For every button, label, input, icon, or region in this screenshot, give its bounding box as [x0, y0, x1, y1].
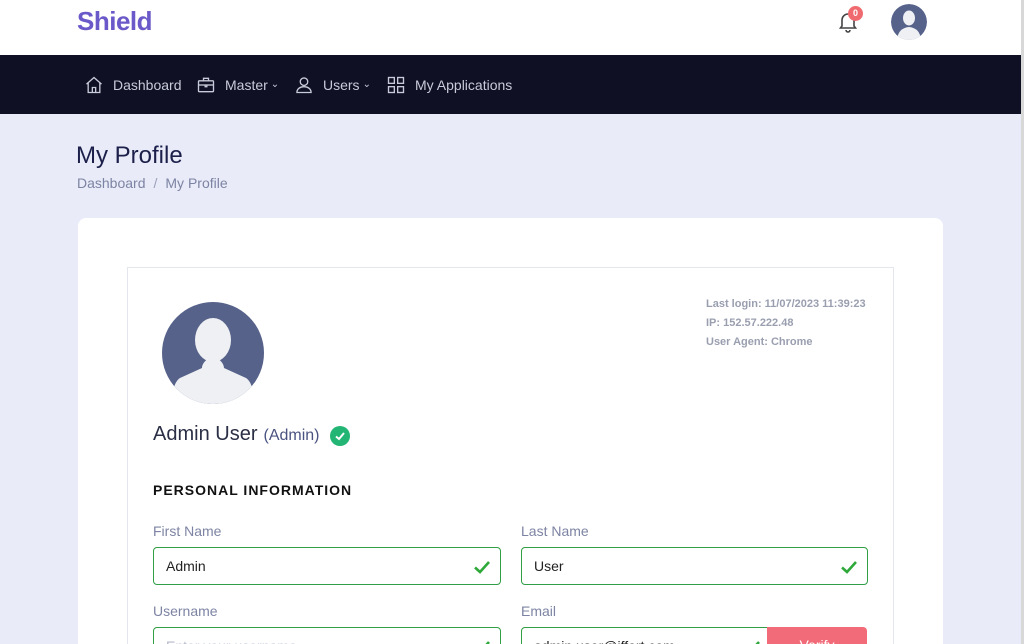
app-logo[interactable]: Shield — [77, 6, 153, 37]
home-icon — [86, 76, 102, 93]
username-input[interactable] — [166, 638, 446, 644]
profile-avatar[interactable] — [162, 302, 264, 404]
valid-check-icon — [841, 561, 857, 574]
nav-item-label: Master — [225, 76, 268, 93]
nav-item-users[interactable]: Users ⌄ — [294, 55, 371, 114]
valid-check-icon — [485, 641, 490, 644]
chevron-down-icon: ⌄ — [362, 79, 371, 90]
verified-check-icon — [329, 425, 350, 446]
page-title: My Profile — [76, 142, 183, 169]
nav-item-label: Users — [323, 76, 360, 93]
user-agent-text: User Agent: Chrome — [706, 336, 813, 348]
chevron-down-icon: ⌄ — [270, 79, 280, 90]
email-input[interactable] — [534, 638, 734, 644]
ip-text: IP: 152.57.222.48 — [706, 317, 794, 329]
briefcase-icon — [197, 77, 215, 92]
login-info: Last login: 11/07/2023 11:39:23 IP: 152.… — [706, 295, 866, 352]
section-title-personal-information: PERSONAL INFORMATION — [153, 482, 353, 498]
profile-name-row: Admin User (Admin) — [153, 423, 350, 446]
username-label: Username — [153, 603, 218, 619]
username-field-wrapper — [153, 627, 501, 644]
breadcrumb-current: My Profile — [165, 175, 228, 191]
last-name-label: Last Name — [521, 523, 589, 539]
profile-role: (Admin) — [263, 427, 320, 444]
nav-item-my-applications[interactable]: My Applications — [386, 55, 512, 114]
last-name-field-wrapper — [521, 547, 868, 585]
breadcrumb-link-dashboard[interactable]: Dashboard — [77, 175, 146, 191]
email-field-wrapper — [521, 627, 771, 644]
valid-check-icon — [755, 641, 760, 644]
first-name-input[interactable] — [166, 558, 446, 574]
first-name-field-wrapper — [153, 547, 501, 585]
verify-email-button[interactable]: Verify — [767, 627, 867, 644]
last-login-text: Last login: 11/07/2023 11:39:23 — [706, 298, 866, 310]
last-name-input[interactable] — [534, 558, 814, 574]
profile-name: Admin User — [153, 423, 258, 445]
user-icon — [296, 76, 312, 93]
nav-item-master[interactable]: Master ⌄ — [196, 55, 279, 114]
main-navbar: Dashboard Master ⌄ Users ⌄ My Applicatio… — [0, 55, 1021, 114]
email-label: Email — [521, 603, 557, 619]
first-name-label: First Name — [153, 523, 222, 539]
nav-item-dashboard[interactable]: Dashboard — [84, 55, 182, 114]
notification-count-badge: 0 — [848, 6, 863, 21]
breadcrumb-separator: / — [153, 175, 158, 191]
nav-item-label: My Applications — [415, 76, 513, 93]
breadcrumb: Dashboard / My Profile — [77, 175, 228, 191]
user-avatar[interactable] — [891, 4, 927, 40]
grid-icon — [387, 76, 405, 93]
valid-check-icon — [474, 561, 490, 574]
nav-item-label: Dashboard — [113, 76, 182, 93]
top-header: Shield 0 — [0, 0, 1024, 55]
